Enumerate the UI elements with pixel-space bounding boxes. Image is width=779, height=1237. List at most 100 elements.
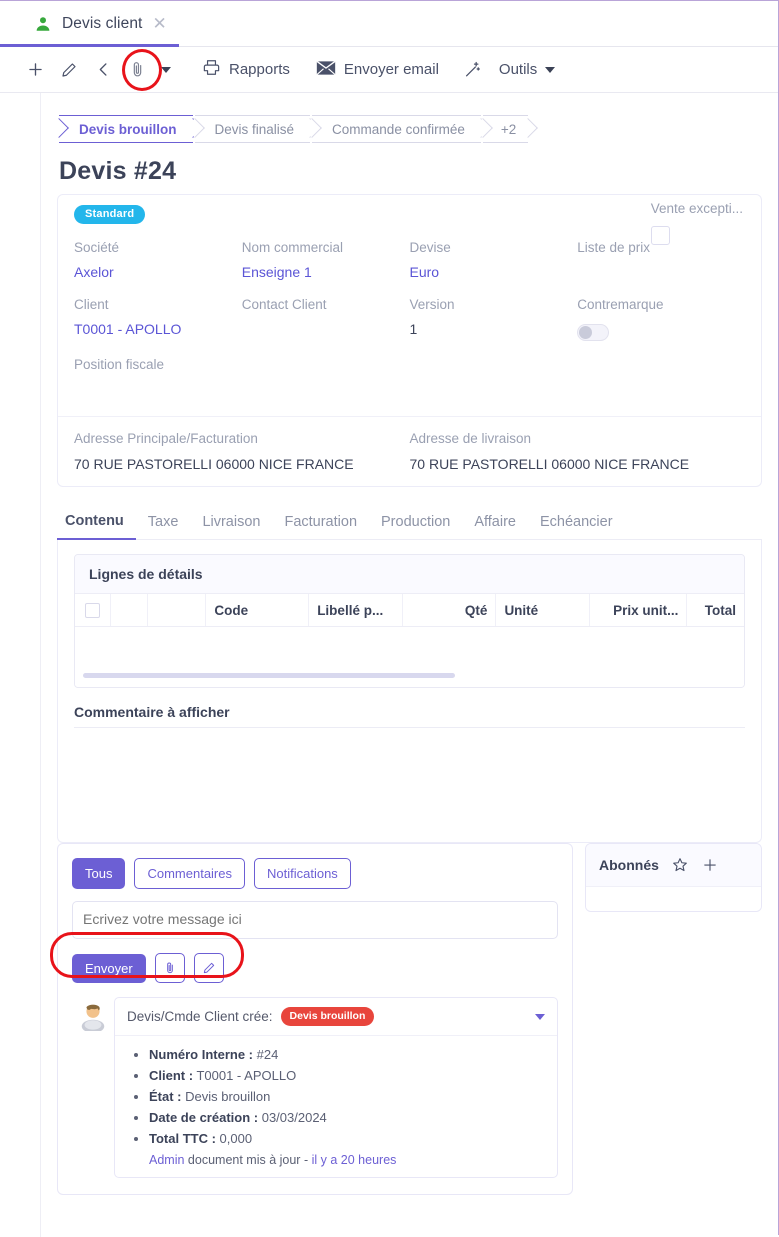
field-value[interactable]: T0001 - APOLLO: [74, 321, 232, 338]
field-value[interactable]: [74, 381, 232, 398]
record-content: Devis brouillon Devis finalisé Commande …: [41, 93, 778, 1237]
scrollbar-thumb[interactable]: [83, 673, 456, 678]
send-message-button[interactable]: Envoyer: [72, 953, 146, 983]
field-value: 1: [409, 321, 418, 337]
message-detail-list: Numéro Interne : #24 Client : T0001 - AP…: [127, 1044, 545, 1149]
tab-production[interactable]: Production: [369, 508, 462, 539]
grid-select-all[interactable]: [75, 594, 112, 626]
chevron-down-icon: [161, 66, 171, 73]
commentaire-a-afficher-input[interactable]: [74, 727, 745, 824]
field-position-fiscale: Position fiscale: [74, 357, 242, 398]
tab-label: Devis client: [62, 14, 143, 32]
grid-col-qte[interactable]: Qté: [403, 594, 497, 626]
status-step-label: Devis brouillon: [79, 121, 177, 137]
filter-notifications-button[interactable]: Notifications: [254, 858, 351, 889]
detail-value: #24: [256, 1047, 279, 1062]
field-value[interactable]: [577, 264, 735, 281]
status-step-label: Commande confirmée: [332, 121, 465, 137]
status-step-more[interactable]: +2: [482, 115, 529, 143]
body: Devis brouillon Devis finalisé Commande …: [0, 93, 778, 1237]
grid-col-libelle[interactable]: Libellé p...: [309, 594, 403, 626]
contremarque-toggle[interactable]: [577, 324, 610, 341]
filter-commentaires-button[interactable]: Commentaires: [134, 858, 245, 889]
grid-header-row: Code Libellé p... Qté Unité Prix unit...…: [75, 594, 744, 627]
status-badge: Standard: [74, 205, 146, 224]
tab-affaire[interactable]: Affaire: [462, 508, 528, 539]
field-value[interactable]: [242, 321, 400, 338]
grid-col-unite[interactable]: Unité: [496, 594, 591, 626]
reports-button[interactable]: Rapports: [192, 53, 300, 87]
back-button[interactable]: [86, 53, 120, 87]
filter-tous-button[interactable]: Tous: [72, 858, 126, 889]
subscribers-list: [586, 887, 761, 911]
tab-facturation[interactable]: Facturation: [272, 508, 369, 539]
chevron-down-icon: [545, 66, 556, 73]
list-item: État : Devis brouillon: [149, 1086, 545, 1107]
field-value[interactable]: 70 RUE PASTORELLI 06000 NICE FRANCE: [410, 456, 746, 472]
paperclip-icon[interactable]: [154, 953, 185, 983]
tab-contenu[interactable]: Contenu: [57, 507, 136, 540]
message-time: il y a 20 heures: [311, 1153, 397, 1168]
field-value[interactable]: Euro: [410, 264, 568, 281]
message-input[interactable]: [72, 901, 558, 939]
status-step-label: Devis finalisé: [214, 121, 295, 137]
field-value[interactable]: Axelor: [74, 264, 232, 281]
commentaire-a-afficher-label: Commentaire à afficher: [74, 704, 230, 720]
grid-title: Lignes de détails: [75, 555, 744, 594]
field-label: Nom commercial: [241, 240, 344, 255]
field-label: Adresse Principale/Facturation: [74, 431, 258, 446]
field-value[interactable]: 70 RUE PASTORELLI 06000 NICE FRANCE: [74, 456, 410, 472]
tab-echeancier[interactable]: Echéancier: [528, 508, 625, 539]
grid-empty-body: [75, 627, 744, 673]
tab-panel-contenu: Lignes de détails Code Libellé p... Qté …: [57, 540, 762, 843]
field-label: Contact Client: [241, 297, 327, 312]
grid-col-prix-unitaire[interactable]: Prix unit...: [590, 594, 688, 626]
tab-devis-client[interactable]: Devis client ✕: [0, 2, 179, 47]
message-bubble: Devis/Cmde Client crée: Devis brouillon …: [114, 997, 558, 1179]
status-step-commande-confirmee[interactable]: Commande confirmée: [312, 115, 481, 143]
attach-dropdown-button[interactable]: [154, 53, 178, 87]
new-record-button[interactable]: [18, 53, 52, 87]
status-step-devis-finalise[interactable]: Devis finalisé: [194, 115, 311, 143]
tab-livraison[interactable]: Livraison: [190, 508, 272, 539]
add-subscriber-button[interactable]: [701, 856, 719, 874]
status-stepper: Devis brouillon Devis finalisé Commande …: [41, 101, 778, 143]
subscribers-title: Abonnés: [599, 857, 659, 873]
vente-exceptionnelle-field: Vente excepti...: [650, 201, 743, 245]
left-rail: [0, 93, 41, 1237]
star-icon[interactable]: [671, 856, 689, 874]
grid-col-code[interactable]: Code: [206, 594, 310, 626]
field-label: Devise: [409, 240, 451, 255]
detail-label: État :: [149, 1089, 182, 1105]
field-nom-commercial: Nom commercial Enseigne 1: [242, 240, 410, 281]
tab-taxe[interactable]: Taxe: [136, 508, 191, 539]
checkbox-icon: [85, 602, 101, 618]
subscribers-panel: Abonnés: [585, 843, 762, 912]
avatar-column: [72, 997, 114, 1178]
close-icon[interactable]: ✕: [152, 15, 166, 32]
message-author[interactable]: Admin: [149, 1153, 184, 1167]
vente-exceptionnelle-checkbox[interactable]: [650, 226, 670, 245]
field-liste-de-prix: Liste de prix: [577, 240, 745, 281]
tools-button[interactable]: Outils: [489, 53, 565, 87]
grid-col-spacer-1: [111, 594, 148, 626]
grid-col-total[interactable]: Total: [687, 594, 744, 626]
pencil-icon[interactable]: [193, 953, 224, 983]
header-field-row-3: Position fiscale: [74, 341, 745, 398]
field-value[interactable]: Enseigne 1: [242, 264, 400, 281]
send-email-button[interactable]: Envoyer email: [306, 53, 449, 87]
detail-label: Total TTC :: [149, 1131, 216, 1147]
message-title: Devis/Cmde Client crée:: [127, 1009, 273, 1024]
magic-wand-icon[interactable]: [455, 53, 489, 87]
send-email-label: Envoyer email: [343, 61, 439, 78]
badge-row: Standard: [74, 205, 745, 224]
chevron-down-icon[interactable]: [535, 1013, 545, 1020]
header-field-row-1: Société Axelor Nom commercial Enseigne 1…: [74, 224, 745, 281]
field-societe: Société Axelor: [74, 240, 242, 281]
field-label: Contremarque: [577, 297, 664, 312]
paperclip-icon[interactable]: [120, 53, 154, 87]
grid-horizontal-scrollbar[interactable]: [75, 673, 744, 687]
edit-button[interactable]: [52, 53, 86, 87]
address-row: Adresse Principale/Facturation 70 RUE PA…: [74, 417, 745, 472]
status-step-devis-brouillon[interactable]: Devis brouillon: [59, 115, 193, 143]
